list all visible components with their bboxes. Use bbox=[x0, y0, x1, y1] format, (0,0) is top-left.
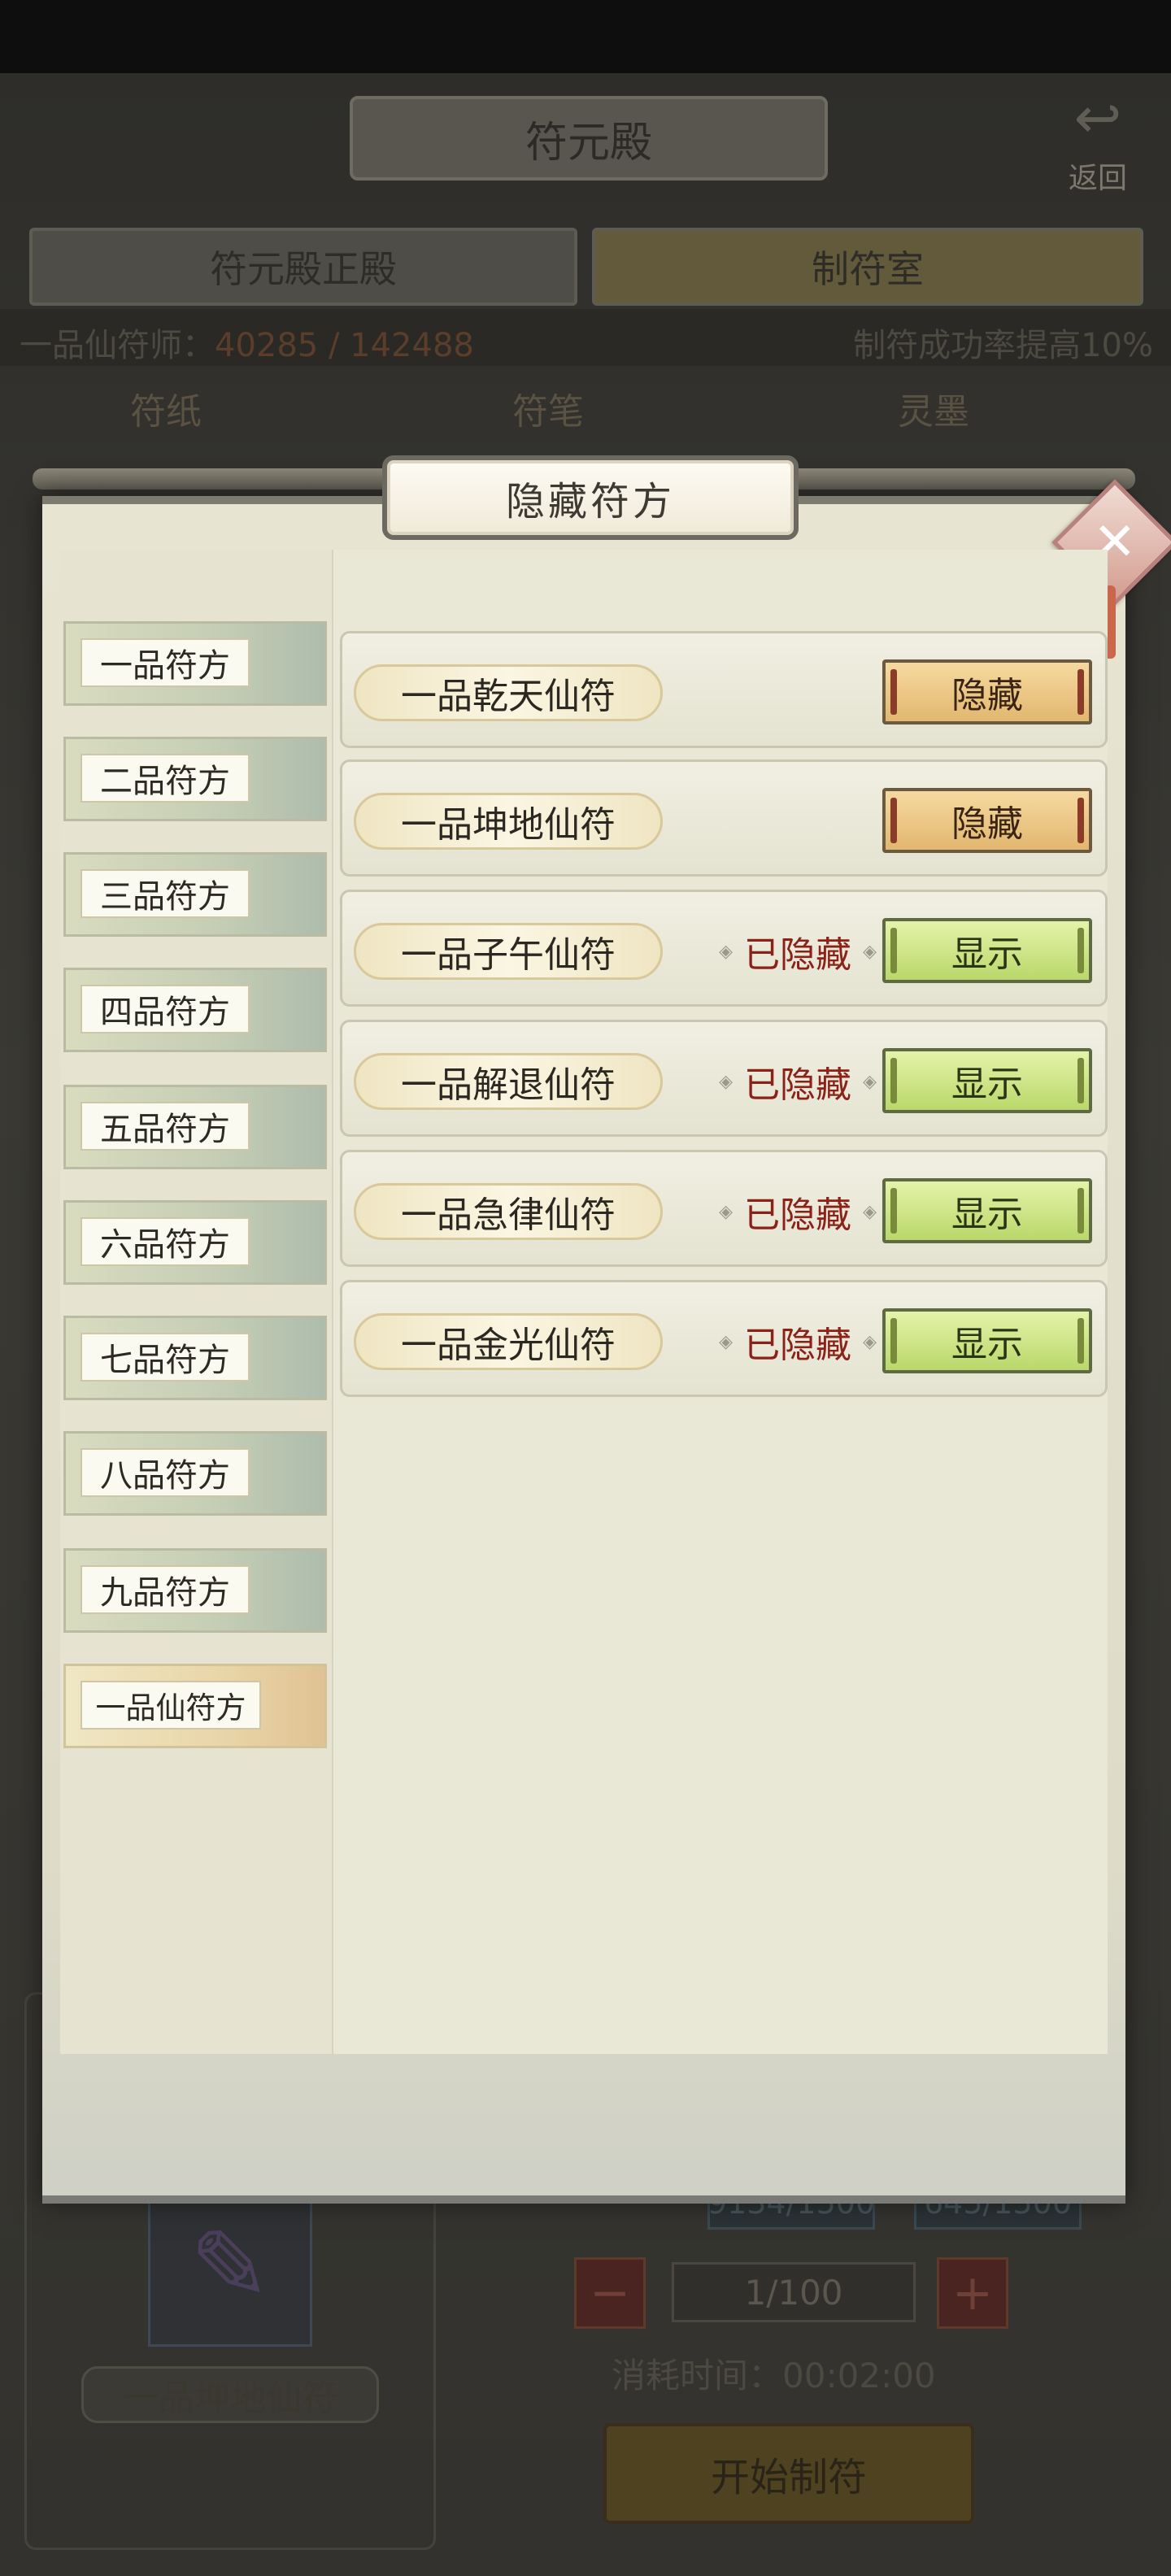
plus-icon: + bbox=[951, 2265, 994, 2321]
ornament-icon: ◈ bbox=[719, 1331, 733, 1352]
material-label-ink: 灵墨 bbox=[898, 391, 969, 433]
recipe-name: 一品坤地仙符 bbox=[354, 793, 663, 850]
recipe-row: 一品急律仙符 ◈ 已隐藏 ◈ 显示 bbox=[340, 1150, 1108, 1267]
recipe-name: 一品解退仙符 bbox=[354, 1053, 663, 1110]
tab-crafting-room[interactable]: 制符室 bbox=[592, 228, 1143, 306]
minus-icon: − bbox=[589, 2265, 631, 2321]
rank-info-row: 一品仙符师：40285 / 142488 制符成功率提高10% bbox=[0, 309, 1171, 366]
tab-label: 二品符方 bbox=[81, 754, 250, 803]
tab-grade-9[interactable]: 九品符方 bbox=[63, 1548, 327, 1633]
ornament-icon: ◈ bbox=[719, 1201, 733, 1222]
show-button[interactable]: 显示 bbox=[882, 1308, 1092, 1373]
ornament-icon: ◈ bbox=[863, 1331, 877, 1352]
ornament-icon: ◈ bbox=[863, 1201, 877, 1222]
tab-grade-immortal[interactable]: 一品仙符方 bbox=[63, 1664, 327, 1748]
tab-label: 八品符方 bbox=[81, 1448, 250, 1497]
tab-label: 五品符方 bbox=[81, 1102, 250, 1151]
ornament-icon: ◈ bbox=[863, 1071, 877, 1092]
tab-grade-7[interactable]: 七品符方 bbox=[63, 1316, 327, 1400]
tab-label: 四品符方 bbox=[81, 985, 250, 1033]
recipe-name: 一品急律仙符 bbox=[354, 1183, 663, 1240]
tab-label: 六品符方 bbox=[81, 1217, 250, 1266]
ornament-icon: ◈ bbox=[863, 941, 877, 962]
recipe-name: 一品子午仙符 bbox=[354, 923, 663, 980]
quantity-plus-button[interactable]: + bbox=[937, 2257, 1008, 2329]
show-button[interactable]: 显示 bbox=[882, 918, 1092, 983]
tab-label: 一品仙符方 bbox=[81, 1681, 261, 1730]
success-bonus: 制符成功率提高10% bbox=[853, 327, 1153, 364]
time-cost: 消耗时间：00:02:00 bbox=[612, 2356, 936, 2395]
tab-label: 三品符方 bbox=[81, 869, 250, 918]
status-text: 已隐藏 bbox=[744, 1194, 851, 1236]
craft-item-slot[interactable]: ✎ bbox=[148, 2187, 312, 2347]
ornament-icon: ◈ bbox=[719, 1071, 733, 1092]
hide-button[interactable]: 隐藏 bbox=[882, 788, 1092, 853]
ornament-icon: ◈ bbox=[719, 941, 733, 962]
hide-button[interactable]: 隐藏 bbox=[882, 659, 1092, 724]
back-button[interactable]: ↩ 返回 bbox=[1041, 81, 1155, 203]
status-text: 已隐藏 bbox=[744, 1325, 851, 1366]
rank-progress: 40285 / 142488 bbox=[215, 327, 474, 364]
recipe-row: 一品乾天仙符 隐藏 bbox=[340, 631, 1108, 748]
material-label-paper: 符纸 bbox=[130, 391, 202, 433]
dialog-title: 隐藏符方 bbox=[382, 455, 799, 540]
tab-label: 九品符方 bbox=[81, 1565, 250, 1614]
recipe-name: 一品金光仙符 bbox=[354, 1313, 663, 1370]
tab-grade-1[interactable]: 一品符方 bbox=[63, 621, 327, 706]
show-button[interactable]: 显示 bbox=[882, 1048, 1092, 1113]
tab-label: 七品符方 bbox=[81, 1333, 250, 1382]
tab-grade-8[interactable]: 八品符方 bbox=[63, 1431, 327, 1516]
tab-grade-6[interactable]: 六品符方 bbox=[63, 1200, 327, 1285]
status-text: 已隐藏 bbox=[744, 1064, 851, 1106]
status-text: 已隐藏 bbox=[744, 934, 851, 976]
recipe-row: 一品金光仙符 ◈ 已隐藏 ◈ 显示 bbox=[340, 1280, 1108, 1397]
recipe-name: 一品乾天仙符 bbox=[354, 664, 663, 721]
status-bar bbox=[0, 0, 1171, 73]
back-label: 返回 bbox=[1068, 162, 1127, 195]
tab-grade-2[interactable]: 二品符方 bbox=[63, 737, 327, 821]
tab-grade-3[interactable]: 三品符方 bbox=[63, 852, 327, 937]
talisman-scroll-icon: ✎ bbox=[189, 2210, 272, 2323]
material-label-brush: 符笔 bbox=[512, 391, 584, 433]
recipe-row: 一品子午仙符 ◈ 已隐藏 ◈ 显示 bbox=[340, 890, 1108, 1007]
tab-label: 一品符方 bbox=[81, 638, 250, 687]
craft-item-name: 一品坤地仙符 bbox=[81, 2366, 379, 2423]
show-button[interactable]: 显示 bbox=[882, 1178, 1092, 1243]
tab-grade-4[interactable]: 四品符方 bbox=[63, 968, 327, 1052]
tab-main-hall[interactable]: 符元殿正殿 bbox=[29, 228, 577, 306]
quantity-field[interactable]: 1/100 bbox=[672, 2262, 916, 2322]
screen-title: 符元殿 bbox=[350, 96, 828, 181]
tab-grade-5[interactable]: 五品符方 bbox=[63, 1085, 327, 1169]
recipe-row: 一品坤地仙符 隐藏 bbox=[340, 759, 1108, 877]
quantity-minus-button[interactable]: − bbox=[574, 2257, 646, 2329]
recipe-row: 一品解退仙符 ◈ 已隐藏 ◈ 显示 bbox=[340, 1020, 1108, 1137]
rank-label: 一品仙符师： bbox=[20, 327, 215, 364]
start-crafting-button[interactable]: 开始制符 bbox=[603, 2423, 974, 2524]
back-arrow-icon: ↩ bbox=[1073, 85, 1122, 151]
